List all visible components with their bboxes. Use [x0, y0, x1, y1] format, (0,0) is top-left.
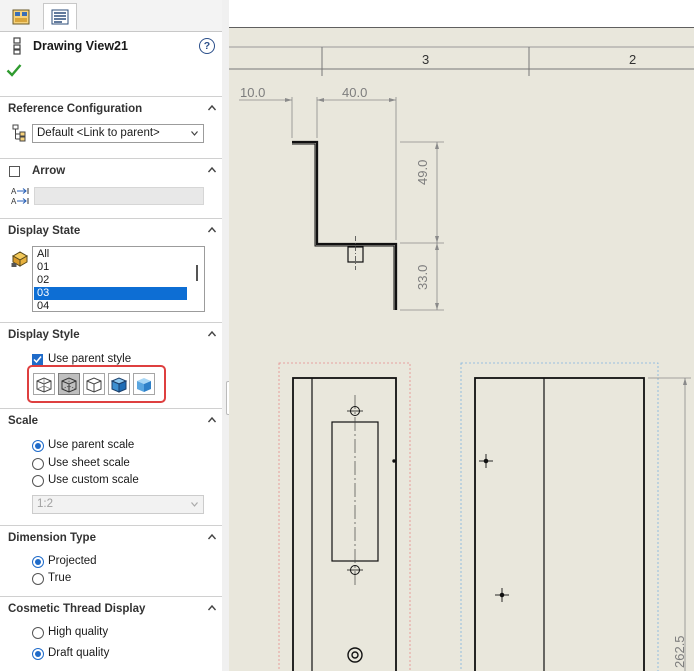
section-display-style: Display Style Use parent style	[0, 322, 222, 409]
list-item[interactable]: 02	[34, 274, 187, 287]
hidden-lines-removed-button[interactable]	[83, 373, 105, 395]
chevron-up-icon[interactable]	[208, 416, 216, 424]
zone-label-2: 2	[629, 52, 637, 67]
display-state-icon	[11, 251, 29, 267]
section-reference-configuration: Reference Configuration Default <Link to…	[0, 96, 222, 159]
high-quality-radio[interactable]	[32, 627, 44, 639]
panel-title: Drawing View21	[33, 39, 128, 53]
shaded-with-edges-icon	[110, 377, 128, 393]
shaded-icon	[137, 378, 151, 392]
dimension-49[interactable]: 49.0	[415, 160, 430, 185]
arrow-checkbox[interactable]	[9, 166, 20, 177]
panel-tabs	[0, 0, 222, 32]
section-header: Display Style	[8, 329, 80, 341]
checkmark-icon	[33, 356, 42, 364]
hidden-lines-removed-icon	[86, 377, 102, 393]
high-quality-label: High quality	[48, 626, 109, 638]
shaded-with-edges-button[interactable]	[108, 373, 130, 395]
list-item[interactable]: 04	[34, 300, 187, 311]
projected-radio[interactable]	[32, 556, 44, 568]
section-cosmetic-thread-display: Cosmetic Thread Display High quality Dra…	[0, 596, 222, 671]
select-value: 1:2	[37, 498, 53, 510]
help-icon[interactable]: ?	[199, 38, 215, 54]
list-item[interactable]: 01	[34, 261, 187, 274]
list-item[interactable]: All	[34, 248, 187, 261]
use-parent-scale-radio[interactable]	[32, 440, 44, 452]
tab-feature-manager[interactable]	[4, 3, 38, 30]
chevron-up-icon[interactable]	[208, 604, 216, 612]
section-arrow: Arrow A A	[0, 158, 222, 219]
use-sheet-scale-label: Use sheet scale	[48, 457, 130, 469]
use-custom-scale-label: Use custom scale	[48, 474, 139, 486]
svg-text:A: A	[11, 187, 17, 196]
chevron-up-icon[interactable]	[208, 226, 216, 234]
chevron-up-icon[interactable]	[208, 104, 216, 112]
list-scrollbar[interactable]	[189, 247, 204, 311]
true-label: True	[48, 572, 72, 584]
scrollbar-thumb[interactable]	[196, 265, 198, 281]
checkmark-icon	[6, 64, 22, 77]
hidden-lines-visible-button[interactable]	[58, 373, 80, 395]
feature-tree-icon	[12, 9, 30, 24]
display-state-list[interactable]: All 01 02 03 04	[32, 246, 205, 312]
section-display-state: Display State All 01 02 03 04	[0, 218, 222, 323]
zone-label-3: 3	[422, 52, 430, 67]
view-selection-frame	[278, 362, 411, 671]
dimension-40[interactable]: 40.0	[342, 85, 367, 100]
svg-text:A: A	[11, 197, 17, 206]
ok-button[interactable]	[6, 63, 22, 80]
chevron-down-icon	[191, 502, 198, 507]
section-header: Scale	[8, 415, 39, 427]
panel-title-row: Drawing View21 ?	[0, 33, 222, 59]
section-header: Arrow	[32, 165, 66, 177]
display-style-buttons-highlight	[27, 365, 166, 403]
front-view	[292, 377, 397, 671]
section-header: Reference Configuration	[8, 103, 143, 115]
chevron-up-icon[interactable]	[208, 330, 216, 338]
list-item-selected[interactable]: 03	[34, 287, 187, 300]
section-dimension-type: Dimension Type Projected True	[0, 525, 222, 597]
side-view-frame	[460, 362, 659, 671]
drawing-sheet[interactable]: 3 2 10.0 40.0 49.0 33.0 262.5	[229, 0, 694, 671]
use-parent-style-checkbox[interactable]	[32, 354, 43, 365]
use-parent-style-label: Use parent style	[48, 353, 132, 365]
chevron-up-icon[interactable]	[208, 533, 216, 541]
reference-configuration-select[interactable]: Default <Link to parent>	[32, 124, 204, 143]
draft-quality-radio[interactable]	[32, 648, 44, 660]
wireframe-button[interactable]	[33, 373, 55, 395]
chevron-up-icon[interactable]	[208, 166, 216, 174]
section-header: Dimension Type	[8, 532, 96, 544]
dimension-33[interactable]: 33.0	[415, 265, 430, 290]
arrow-label-input[interactable]	[34, 187, 204, 205]
property-manager-panel: Drawing View21 ? Reference Configuration…	[0, 0, 223, 671]
section-header: Cosmetic Thread Display	[8, 603, 146, 615]
true-radio[interactable]	[32, 573, 44, 585]
draft-quality-label: Draft quality	[48, 647, 110, 659]
tab-property-manager[interactable]	[43, 3, 77, 30]
use-custom-scale-radio[interactable]	[32, 475, 44, 487]
use-sheet-scale-radio[interactable]	[32, 458, 44, 470]
drawing-graphics	[229, 46, 694, 671]
hidden-lines-visible-icon	[61, 377, 77, 393]
wireframe-icon	[36, 377, 52, 393]
drawing-view-icon	[13, 37, 21, 55]
projected-label: Projected	[48, 555, 97, 567]
configuration-icon	[12, 124, 26, 142]
select-value: Default <Link to parent>	[37, 127, 160, 139]
bracket-profile-view	[239, 97, 444, 311]
property-list-icon	[51, 9, 69, 24]
dimension-262-5[interactable]: 262.5	[672, 635, 687, 668]
side-view	[474, 377, 645, 671]
chevron-down-icon	[191, 131, 198, 136]
custom-scale-select[interactable]: 1:2	[32, 495, 204, 514]
dimension-10[interactable]: 10.0	[240, 85, 265, 100]
section-scale: Scale Use parent scale Use sheet scale U…	[0, 408, 222, 526]
shaded-button[interactable]	[133, 373, 155, 395]
section-header: Display State	[8, 225, 81, 237]
arrow-label-icon: A A	[11, 187, 29, 206]
use-parent-scale-label: Use parent scale	[48, 439, 135, 451]
